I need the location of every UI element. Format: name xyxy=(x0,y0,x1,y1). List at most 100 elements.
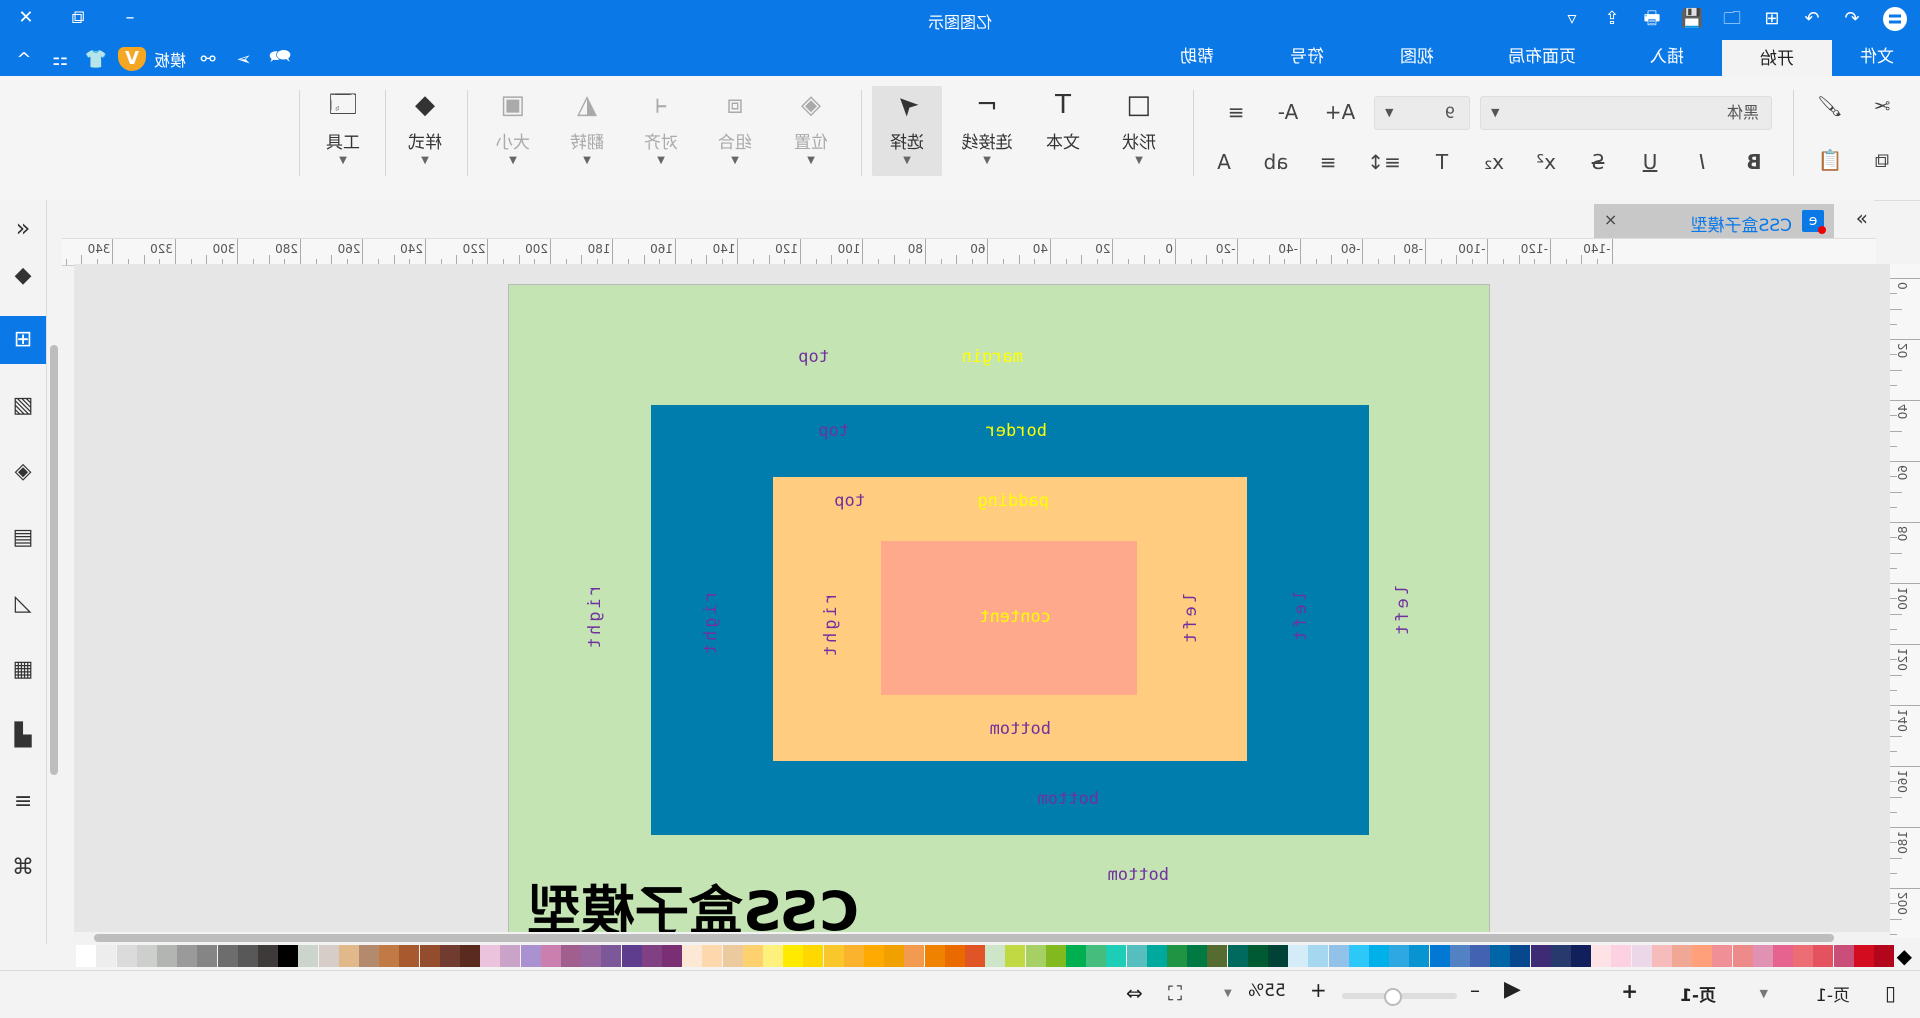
color-swatch[interactable] xyxy=(803,945,824,967)
padding-box[interactable]: padding top left right bottom content xyxy=(773,477,1247,761)
color-swatch[interactable] xyxy=(763,945,783,967)
border-box[interactable]: border top left right bottom padding top… xyxy=(651,405,1369,835)
canvas[interactable]: margin top left right bottom border top … xyxy=(74,264,1890,938)
color-swatch[interactable] xyxy=(1550,945,1571,967)
color-swatch[interactable] xyxy=(1611,945,1632,967)
color-swatch[interactable] xyxy=(278,945,299,967)
horizontal-scrollbar[interactable] xyxy=(74,932,1890,944)
bullet-list-button[interactable]: ≡ xyxy=(1310,146,1346,178)
color-swatch[interactable] xyxy=(480,945,501,967)
align-objects-button[interactable]: ⫞ 对齐 ▼ xyxy=(626,86,696,176)
color-swatch[interactable] xyxy=(1389,945,1410,967)
underline-button[interactable]: U xyxy=(1632,146,1668,178)
tab-symbol[interactable]: 符号 xyxy=(1252,38,1362,76)
color-swatch[interactable] xyxy=(1429,945,1450,967)
color-swatch[interactable] xyxy=(682,945,703,967)
sidebar-scrollbar[interactable] xyxy=(50,345,58,775)
color-swatch[interactable] xyxy=(177,945,198,967)
style-button[interactable]: ◆ 样式 ▼ xyxy=(390,86,460,176)
page-dropdown-icon[interactable]: ▼ xyxy=(1760,987,1768,1000)
color-swatch[interactable] xyxy=(1328,945,1349,967)
color-swatch[interactable] xyxy=(197,945,218,967)
color-swatch[interactable] xyxy=(1308,945,1329,967)
increase-font-button[interactable]: A+ xyxy=(1322,96,1358,128)
text-button[interactable]: T 文本 xyxy=(1028,86,1098,176)
layers-icon[interactable]: ◈ xyxy=(0,448,46,496)
color-swatch[interactable] xyxy=(1187,945,1208,967)
template-label[interactable]: 模板 xyxy=(154,47,186,71)
color-swatch[interactable] xyxy=(1086,945,1107,967)
color-swatch[interactable] xyxy=(601,945,622,967)
decrease-font-button[interactable]: A- xyxy=(1270,96,1306,128)
color-swatch[interactable] xyxy=(1126,945,1147,967)
color-swatch[interactable] xyxy=(783,945,804,967)
color-swatch[interactable] xyxy=(1833,945,1854,967)
zoom-in-button[interactable]: + xyxy=(1310,978,1327,1002)
color-swatch[interactable] xyxy=(985,945,1006,967)
tab-page-layout[interactable]: 页面布局 xyxy=(1472,38,1612,76)
color-swatch[interactable] xyxy=(1773,945,1793,967)
page-view-icon[interactable]: ▯ xyxy=(1885,981,1896,1005)
color-swatch[interactable] xyxy=(1651,945,1672,967)
color-swatch[interactable] xyxy=(904,945,925,967)
color-swatch[interactable] xyxy=(722,945,743,967)
color-swatch[interactable] xyxy=(136,945,157,967)
color-swatch[interactable] xyxy=(520,945,541,967)
size-button[interactable]: ▣ 大小 ▼ xyxy=(478,86,548,176)
restore-button[interactable]: ⧉ xyxy=(52,0,104,38)
color-swatch[interactable] xyxy=(1268,945,1288,967)
color-swatch[interactable] xyxy=(1631,945,1652,967)
scrollbar-thumb[interactable] xyxy=(94,934,1834,942)
color-swatch[interactable] xyxy=(884,945,905,967)
color-swatch[interactable] xyxy=(1106,945,1127,967)
color-swatch[interactable] xyxy=(1470,945,1490,967)
color-swatch[interactable] xyxy=(924,945,945,967)
color-swatch[interactable] xyxy=(1167,945,1187,967)
color-swatch[interactable] xyxy=(561,945,581,967)
gantt-icon[interactable]: ≡ xyxy=(0,778,46,826)
group-button[interactable]: ⧈ 组合 ▼ xyxy=(700,86,770,176)
color-swatch[interactable] xyxy=(1409,945,1430,967)
color-swatch[interactable] xyxy=(843,945,864,967)
color-swatch[interactable] xyxy=(298,945,319,967)
color-swatch[interactable] xyxy=(1490,945,1511,967)
fill-icon[interactable]: ◆ xyxy=(0,252,46,300)
color-swatch[interactable] xyxy=(217,945,238,967)
zoom-slider-handle[interactable] xyxy=(1383,988,1402,1006)
color-swatch[interactable] xyxy=(460,945,480,967)
page-tab[interactable]: 页-1 xyxy=(1680,981,1716,1006)
tab-help[interactable]: 帮助 xyxy=(1142,38,1252,76)
close-button[interactable]: ✕ xyxy=(0,0,52,38)
tab-view[interactable]: 视图 xyxy=(1362,38,1472,76)
color-swatch[interactable] xyxy=(1530,945,1551,967)
color-swatch[interactable] xyxy=(1369,945,1389,967)
puzzle-icon[interactable]: ▟ xyxy=(0,712,46,760)
color-swatch[interactable] xyxy=(116,945,137,967)
color-swatch[interactable] xyxy=(662,945,682,967)
add-page-button[interactable]: + xyxy=(1621,979,1638,1003)
mindmap-icon[interactable]: ⌘ xyxy=(0,844,46,892)
zoom-level[interactable]: 55% xyxy=(1248,981,1286,1001)
color-swatch[interactable] xyxy=(581,945,602,967)
color-swatch[interactable] xyxy=(944,945,965,967)
collapse-sidebar-icon[interactable]: « xyxy=(0,204,46,252)
zoom-out-button[interactable]: – xyxy=(1470,978,1480,1002)
publish-icon[interactable]: ➢ xyxy=(230,49,258,70)
color-swatch[interactable] xyxy=(1025,945,1046,967)
color-swatch[interactable] xyxy=(1247,945,1268,967)
minimize-button[interactable]: – xyxy=(104,0,156,38)
font-color-button[interactable]: A xyxy=(1206,146,1242,178)
color-swatch[interactable] xyxy=(864,945,884,967)
share-icon[interactable]: ⚯ xyxy=(194,49,222,70)
tab-insert[interactable]: 插入 xyxy=(1612,38,1722,76)
paste-button[interactable]: 📋 xyxy=(1812,144,1848,176)
line-spacing-button[interactable]: ≡↕ xyxy=(1360,146,1408,178)
zoom-slider[interactable] xyxy=(1342,988,1457,1006)
color-swatch[interactable] xyxy=(1288,945,1309,967)
position-button[interactable]: ◈ 位置 ▼ xyxy=(776,86,846,176)
apps-icon[interactable]: ⚏ xyxy=(46,49,74,70)
superscript-button[interactable]: x² xyxy=(1528,146,1564,178)
shape-button[interactable]: □ 形状 ▼ xyxy=(1104,86,1174,176)
strikethrough-button[interactable]: S xyxy=(1580,146,1616,178)
color-swatch[interactable] xyxy=(1874,945,1894,967)
